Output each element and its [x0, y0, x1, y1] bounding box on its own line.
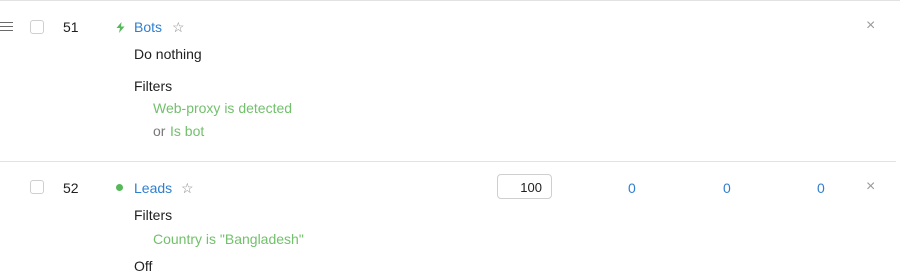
star-icon[interactable]: ☆: [181, 179, 194, 197]
star-icon[interactable]: ☆: [172, 18, 185, 36]
table-row: 51 Bots ☆ Do nothing Filters Web-proxy i…: [0, 0, 900, 162]
lightning-icon: [116, 22, 125, 33]
row-checkbox[interactable]: [30, 20, 44, 34]
stat-value[interactable]: 0: [723, 179, 731, 197]
drag-handle-icon[interactable]: [0, 22, 13, 34]
green-dot-icon: [116, 184, 123, 191]
filters-label: Filters: [134, 78, 173, 94]
filters-label: Filters: [134, 207, 173, 223]
row-number: 52: [63, 180, 79, 196]
partial-label: Off: [134, 258, 153, 274]
close-icon[interactable]: ×: [866, 178, 875, 196]
table-row: 52 Leads ☆ 100 0 0 0 Filters Country is …: [0, 162, 900, 274]
row-number: 51: [63, 19, 79, 35]
filter-or-prefix: or: [153, 123, 166, 139]
stream-name-link[interactable]: Bots: [134, 18, 162, 36]
filter-item[interactable]: Web-proxy is detected: [153, 99, 292, 117]
close-icon[interactable]: ×: [866, 17, 875, 35]
filter-item[interactable]: Country is "Bangladesh": [153, 230, 304, 248]
row-checkbox[interactable]: [30, 180, 44, 194]
stat-value[interactable]: 0: [817, 179, 825, 197]
stream-name-link[interactable]: Leads: [134, 179, 172, 197]
stat-value[interactable]: 0: [628, 179, 636, 197]
weight-input[interactable]: 100: [497, 174, 552, 199]
action-text: Do nothing: [134, 46, 202, 62]
filter-item[interactable]: Is bot: [170, 122, 204, 140]
